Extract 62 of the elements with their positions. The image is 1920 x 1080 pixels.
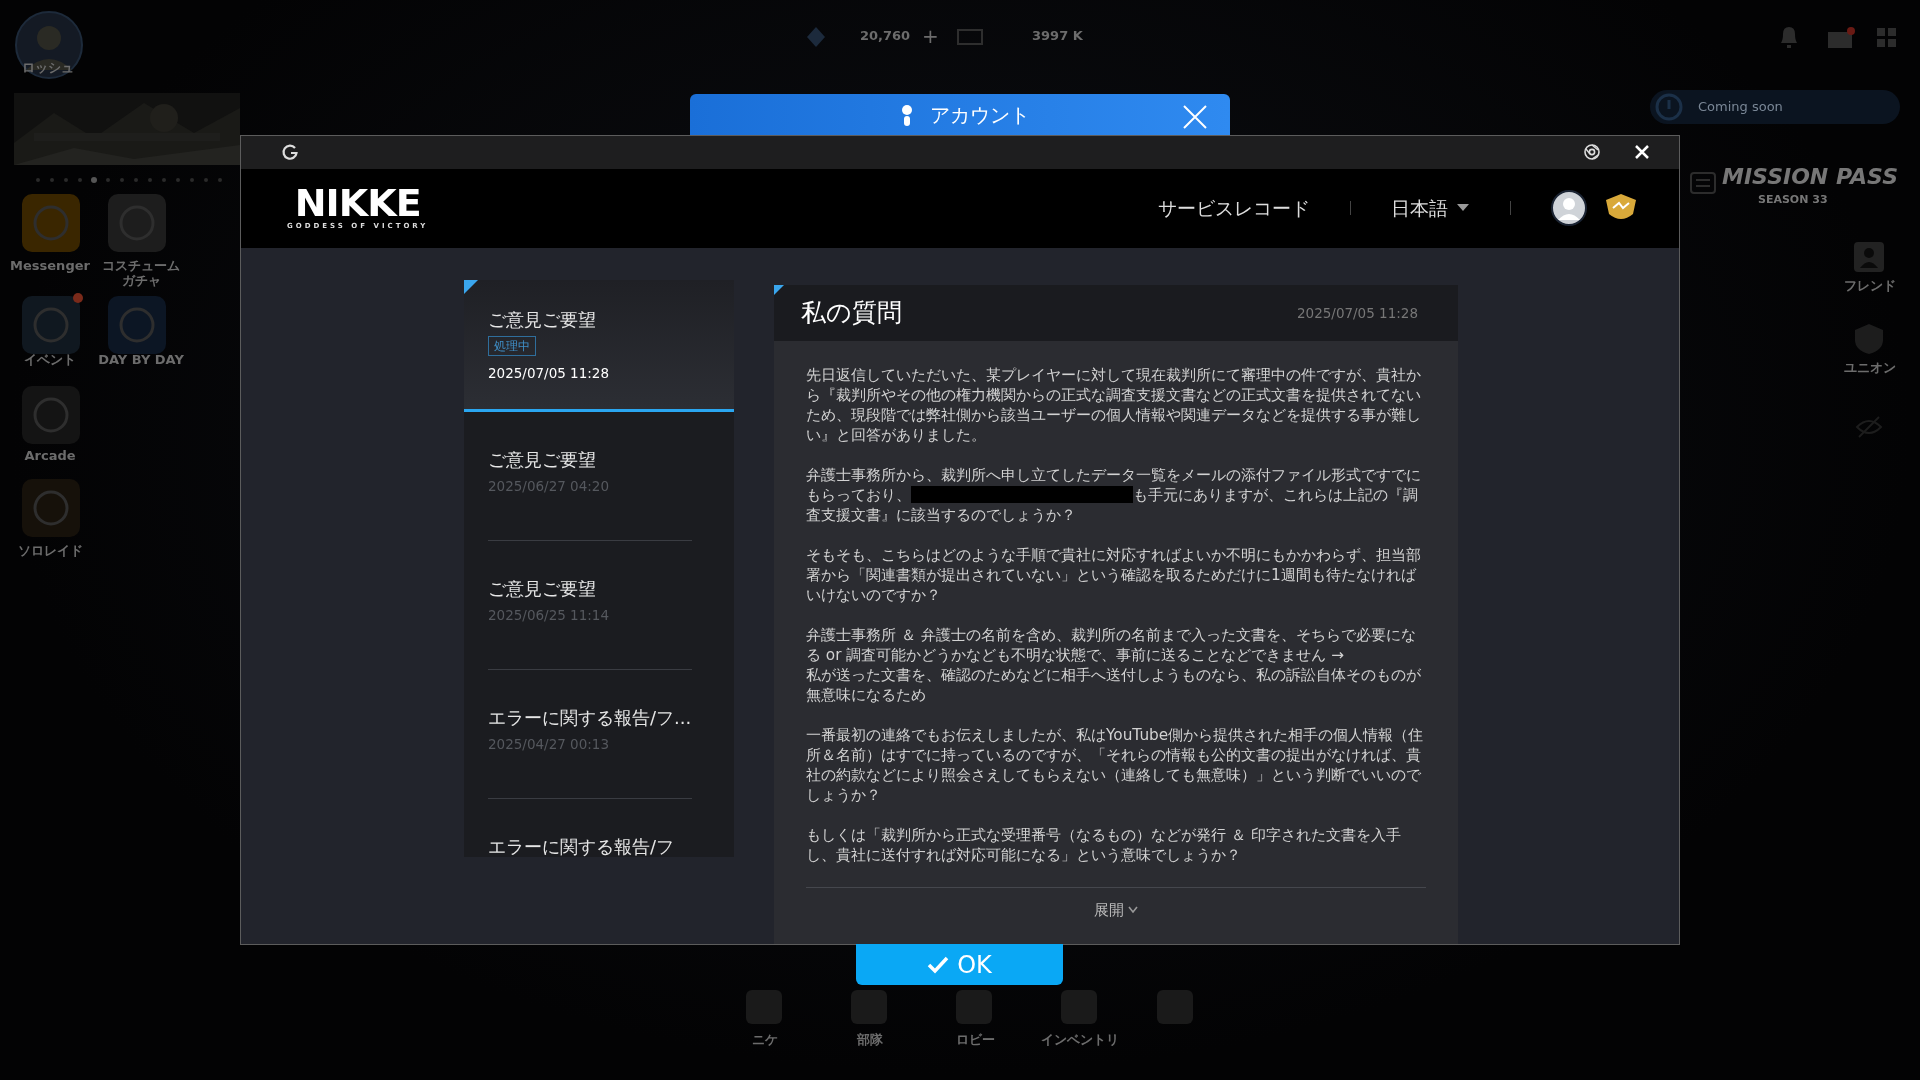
avatar-icon[interactable]: [1551, 190, 1587, 227]
globe-icon[interactable]: [1583, 143, 1601, 162]
caret-icon: [1128, 906, 1138, 914]
menu-label[interactable]: Arcade: [4, 448, 96, 463]
expand-button[interactable]: 展開: [1094, 900, 1138, 920]
menu-label[interactable]: コスチュームガチャ: [96, 258, 186, 288]
menu-label[interactable]: Messenger: [4, 258, 96, 273]
ticket-item[interactable]: エラーに関する報告/フ... 2025/04/27 00:13: [464, 670, 734, 799]
ticket-date: 2025/07/05 11:28: [488, 364, 610, 383]
ticket-item[interactable]: ご意見ご要望 処理中 2025/07/05 11:28: [464, 280, 734, 412]
status-tag: 処理中: [488, 336, 536, 356]
mail-icon[interactable]: [1826, 26, 1856, 50]
ticket-title: ご意見ご要望: [488, 308, 597, 332]
corner-mark-icon: [774, 285, 784, 295]
message-paragraph: もしくは「裁判所から正式な受理番号（なるもの）などが発行 ＆ 印字された文書を入手し、貴社に送付すれば対応可能になる」という意味でしょうか？: [806, 825, 1402, 865]
check-icon: [927, 955, 950, 974]
message-paragraph: 一番最初の連絡でもお伝えしましたが、私はYouTube側から提供された相手の個人情報（住所＆名前）はすでに持っているのですが、「それらの情報も公的文書の提出がなければ、貴社の約款などにより照会さえしてもらえない（連絡しても無意味）」という判断でいいのでしょうか？: [806, 725, 1424, 805]
close-icon[interactable]: [1635, 145, 1649, 160]
info-icon[interactable]: [1654, 92, 1684, 122]
message-paragraph: そもそも、こちらはどのような手順で貴社に対応すればよいか不明にもかかわらず、担当部署から「関連書類が提出されていない」という確認を取るためだけに1週間も待たなければいけないのですか？: [806, 545, 1422, 605]
menu-label[interactable]: フレンド: [1838, 278, 1902, 293]
coming-soon-banner[interactable]: Coming soon: [1650, 90, 1900, 124]
menu-label[interactable]: ユニオン: [1838, 360, 1902, 375]
message-paragraph: 弁護士事務所 ＆ 弁護士の名前を含め、裁判所の名前まで入った文書を、そちらで必要になる or 調査可能かどうかなども不明な状態で、事前に送ることなどできません → 私が送った文書を、確認のためなどに相手へ送付しようものなら、私の訴訟自体そのものが無意味になるため: [806, 625, 1422, 705]
menu-label[interactable]: イベント: [4, 352, 96, 367]
plus-icon[interactable]: +: [922, 26, 939, 46]
gem-count: 20,760: [860, 28, 911, 43]
carousel-dots-icon[interactable]: [34, 176, 224, 184]
shield-icon[interactable]: [1852, 322, 1886, 356]
language-dropdown[interactable]: 日本語: [1391, 194, 1470, 223]
mission-pass-title[interactable]: MISSION PASS: [1722, 164, 1898, 190]
gem-icon[interactable]: [805, 25, 827, 49]
credit-icon[interactable]: [956, 28, 984, 46]
mission-pass-season: SEASON 33: [1758, 193, 1828, 206]
service-record-link[interactable]: サービスレコード: [1158, 194, 1310, 223]
ticket-date: 2025/04/27 00:13: [488, 735, 610, 754]
ticket-date: 2025/06/27 04:20: [488, 477, 610, 496]
message-date: 2025/07/05 11:28: [1297, 303, 1418, 323]
ticket-item[interactable]: ご意見ご要望 2025/06/27 04:20: [464, 412, 734, 541]
menu-label[interactable]: ソロレイド: [4, 543, 96, 558]
ticket-title: ご意見ご要望: [488, 448, 597, 472]
ticket-item[interactable]: ご意見ご要望 2025/06/25 11:14: [464, 541, 734, 670]
ticket-title: ご意見ご要望: [488, 577, 597, 601]
menu-label[interactable]: DAY BY DAY: [96, 352, 186, 367]
message-paragraph: 弁護士事務所から、裁判所へ申し立てしたデータ一覧をメールの添付ファイル形式ですでにもらっており、 も手元にありますが、これらは上記の『調査支援文書』に該当するのでしょうか？: [806, 465, 1422, 525]
ticket-title: エラーに関する報告/フ: [488, 835, 676, 857]
popup-title: アカウント: [930, 101, 1030, 129]
friend-icon[interactable]: [1852, 240, 1886, 274]
ticket-title: エラーに関する報告/フ...: [488, 706, 692, 730]
eye-off-icon[interactable]: [1855, 415, 1883, 439]
logo-title: NIKKE: [294, 185, 421, 222]
player-name: ロッシュ: [21, 60, 75, 75]
message-paragraph: 先日返信していただいた、某プレイヤーに対して現在裁判所にて審理中の件ですが、貴社から『裁判所やその他の権力機関からの正式な調査支援文書などの正式文書を提供されてないため、現段階では弊社側から該当ユーザーの個人情報や関連データなどを提供する事が難しい』と回答がありました。: [806, 365, 1422, 445]
grid-menu-icon[interactable]: [1876, 27, 1898, 49]
refresh-icon[interactable]: [281, 143, 299, 162]
ok-button[interactable]: OK: [856, 944, 1063, 985]
ticket-date: 2025/06/25 11:14: [488, 606, 610, 625]
ticket-item[interactable]: エラーに関する報告/フ: [464, 799, 734, 857]
credit-count: 3997 K: [1032, 28, 1083, 43]
list-icon[interactable]: [1690, 172, 1716, 194]
corner-mark-icon: [464, 280, 478, 294]
message-title: 私の質問: [801, 297, 902, 330]
